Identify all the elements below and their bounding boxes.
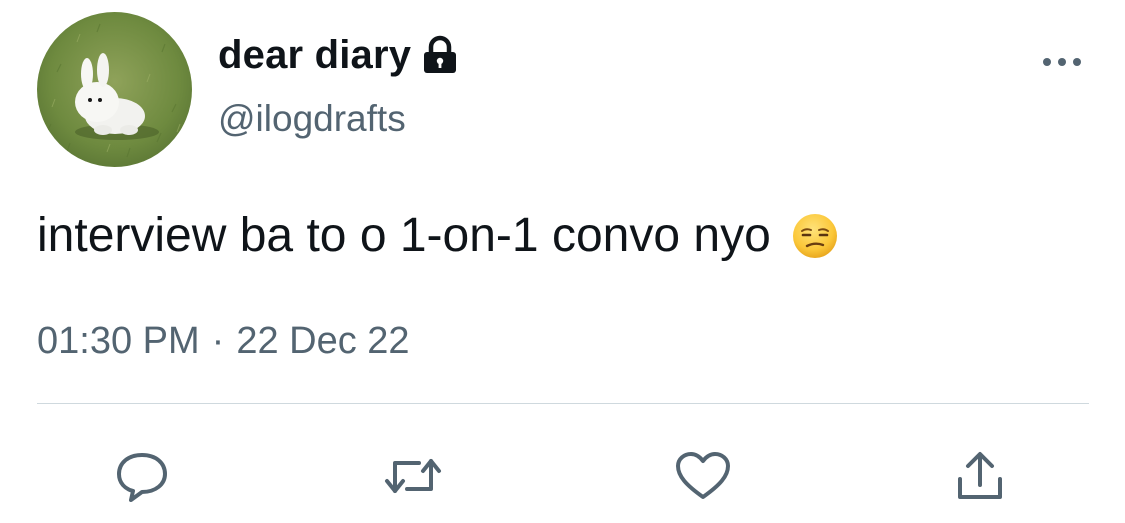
- author-name-row: dear diary: [218, 30, 459, 80]
- reply-icon: [117, 453, 167, 502]
- bunny-on-grass-avatar-image: [37, 12, 192, 167]
- like-icon: [676, 452, 730, 499]
- tweet-timestamp[interactable]: 01:30 PM · 22 Dec 22: [37, 320, 410, 363]
- like-button[interactable]: [673, 448, 733, 504]
- meta-separator: ·: [211, 320, 225, 362]
- divider: [37, 403, 1089, 404]
- display-name[interactable]: dear diary: [218, 33, 411, 78]
- tweet-time: 01:30 PM: [37, 320, 200, 362]
- reply-button[interactable]: [112, 448, 172, 504]
- more-options-icon[interactable]: [1040, 52, 1084, 72]
- tweet-text: interview ba to o 1-on-1 convo nyo: [37, 209, 771, 262]
- retweet-button[interactable]: [383, 448, 443, 504]
- share-icon: [958, 452, 1002, 499]
- retweet-icon: [385, 459, 441, 493]
- lock-icon: [421, 35, 459, 75]
- share-button[interactable]: [950, 448, 1010, 504]
- tweet-text-row: interview ba to o 1-on-1 convo nyo: [37, 208, 839, 263]
- avatar[interactable]: [37, 12, 192, 167]
- tweet-date: 22 Dec 22: [236, 320, 410, 362]
- unamused-face-emoji-icon: [791, 212, 839, 260]
- author-handle[interactable]: @ilogdrafts: [218, 98, 406, 140]
- tweet-card: dear diary @ilogdrafts interview ba to o…: [0, 0, 1125, 523]
